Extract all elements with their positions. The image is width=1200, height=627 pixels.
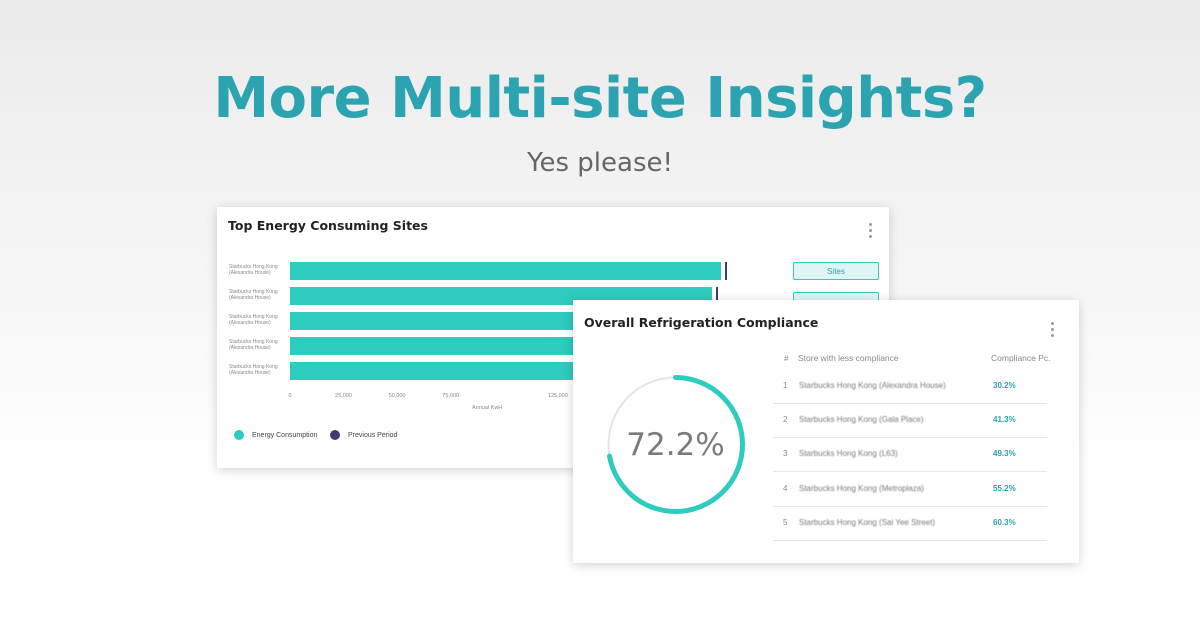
row-store-name: Starbucks Hong Kong (L63) (799, 449, 898, 458)
sites-button[interactable]: Sites (793, 262, 879, 280)
row-store-name: Starbucks Hong Kong (Alexandra House) (799, 381, 946, 390)
refrigeration-compliance-card: Overall Refrigeration Compliance 72.2% #… (573, 300, 1079, 563)
subheadline: Yes please! (527, 148, 673, 178)
energy-bar[interactable] (290, 262, 721, 280)
row-store-name: Starbucks Hong Kong (Metroplaza) (799, 484, 924, 493)
x-tick-label: 50,000 (388, 393, 406, 399)
table-row[interactable]: 4 Starbucks Hong Kong (Metroplaza) 55.2% (773, 472, 1047, 507)
site-label: Starbucks Hong Kong (Alexandra House) (229, 264, 278, 276)
row-rank: 4 (783, 484, 788, 493)
site-label: Starbucks Hong Kong (Alexandra House) (229, 364, 278, 376)
legend-swatch-navy (330, 430, 340, 440)
site-label: Starbucks Hong Kong (Alexandra House) (229, 314, 278, 326)
x-tick-label: 125,000 (547, 393, 568, 399)
row-store-name: Starbucks Hong Kong (Sai Yee Street) (799, 518, 936, 527)
compliance-card-title: Overall Refrigeration Compliance (584, 315, 819, 330)
legend-swatch-teal (234, 430, 244, 440)
row-rank: 2 (783, 415, 788, 424)
x-tick-label: 0 (288, 393, 292, 399)
more-options-icon[interactable] (1051, 322, 1054, 337)
row-compliance-pct: 30.2% (993, 381, 1016, 390)
table-row[interactable]: 3 Starbucks Hong Kong (L63) 49.3% (773, 437, 1047, 472)
column-header-compliance: Compliance Pc. (991, 353, 1051, 363)
row-compliance-pct: 60.3% (993, 518, 1016, 527)
legend-label: Previous Period (348, 431, 398, 439)
row-compliance-pct: 49.3% (993, 449, 1016, 458)
legend-label: Energy Consumption (252, 431, 318, 439)
row-compliance-pct: 55.2% (993, 484, 1016, 493)
table-row[interactable]: 2 Starbucks Hong Kong (Gala Place) 41.3% (773, 403, 1047, 438)
column-header-store: Store with less compliance (798, 353, 899, 363)
more-options-icon[interactable] (869, 223, 872, 238)
row-store-name: Starbucks Hong Kong (Gala Place) (799, 415, 924, 424)
row-rank: 3 (783, 449, 788, 458)
column-header-rank: # (784, 353, 789, 363)
row-rank: 5 (783, 518, 788, 527)
site-label: Starbucks Hong Kong (Alexandra House) (229, 289, 278, 301)
compliance-percent: 72.2% (626, 426, 725, 463)
energy-card-title: Top Energy Consuming Sites (228, 218, 428, 233)
headline: More Multi-site Insights? (213, 66, 987, 131)
table-row[interactable]: 1 Starbucks Hong Kong (Alexandra House) 30… (773, 369, 1047, 404)
previous-period-marker (725, 262, 727, 280)
legend-energy-consumption: Energy Consumption (234, 430, 317, 440)
x-axis-label: Annual KwH (472, 405, 503, 411)
row-rank: 1 (783, 381, 788, 390)
site-label: Starbucks Hong Kong (Alexandra House) (229, 339, 278, 351)
x-tick-label: 25,000 (335, 393, 352, 399)
table-row[interactable]: 5 Starbucks Hong Kong (Sai Yee Street) 60.… (773, 506, 1047, 541)
legend-previous-period: Previous Period (330, 430, 397, 440)
x-tick-label: 75,000 (442, 393, 460, 399)
row-compliance-pct: 41.3% (993, 415, 1016, 424)
